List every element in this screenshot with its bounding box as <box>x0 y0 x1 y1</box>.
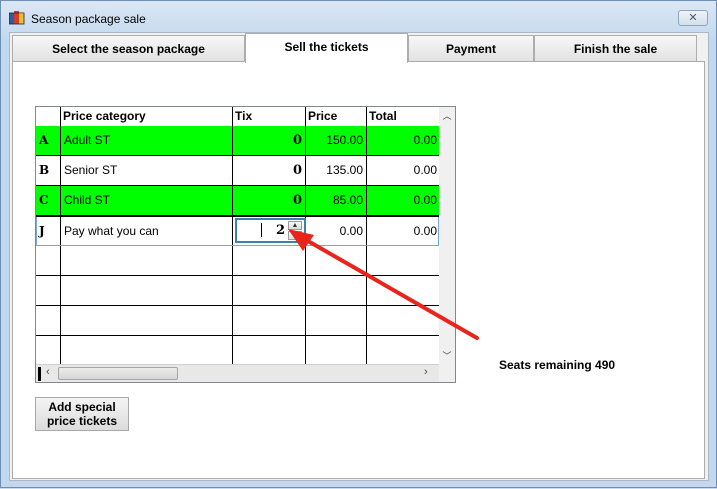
season-package-window: Season package sale ✕ Select the season … <box>0 0 717 488</box>
annotation-arrow <box>288 229 479 340</box>
tab-sell-tickets[interactable]: Sell the tickets <box>245 33 408 63</box>
